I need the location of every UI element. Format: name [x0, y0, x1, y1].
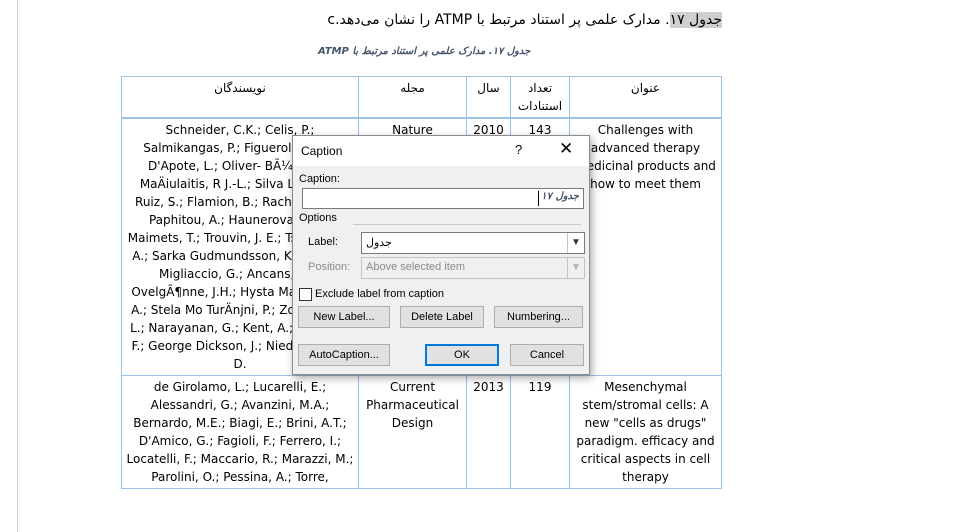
numbering-button[interactable]: Numbering... [494, 306, 583, 328]
options-group-label: Options [299, 212, 337, 224]
cell-title: Mesenchymal stem/stromal cells: A new "c… [569, 375, 722, 489]
chevron-down-icon[interactable]: ▼ [567, 233, 584, 253]
table-caption: جدول ۱۷. مدارک علمی پر استناد مرتبط با A… [318, 46, 531, 57]
exclude-label-checkbox[interactable] [299, 288, 312, 301]
dialog-titlebar[interactable]: Caption ? ✕ [293, 136, 589, 166]
header-citations: تعداد استنادات [510, 76, 570, 119]
header-authors: نویسندگان [121, 76, 359, 119]
position-select-value: Above selected item [366, 261, 466, 273]
options-separator [353, 224, 581, 225]
ok-button[interactable]: OK [425, 344, 499, 366]
heading-highlighted-prefix: جدول ۱۷ [669, 12, 722, 28]
chevron-down-icon[interactable]: ▼ [567, 258, 584, 278]
table-header-row: نویسندگان مجله سال تعداد استنادات عنوان [121, 76, 722, 119]
caption-input-value: جدول ۱۷ [541, 191, 579, 202]
caption-input[interactable]: جدول ۱۷ [302, 188, 584, 209]
label-select-value: جدول [366, 237, 392, 249]
page-margin-line [17, 0, 18, 532]
position-select[interactable]: Above selected item ▼ [361, 257, 585, 279]
caption-field-label: Caption: [299, 173, 340, 185]
caption-dialog: Caption ? ✕ Caption: جدول ۱۷ Options Lab… [292, 135, 590, 375]
cancel-button[interactable]: Cancel [510, 344, 584, 366]
cell-authors: de Girolamo, L.; Lucarelli, E.; Alessand… [121, 375, 359, 489]
table-row: de Girolamo, L.; Lucarelli, E.; Alessand… [121, 375, 722, 489]
cell-citations: 119 [510, 375, 570, 489]
header-title: عنوان [569, 76, 722, 119]
header-year: سال [466, 76, 511, 119]
dialog-title: Caption [301, 144, 343, 158]
autocaption-button[interactable]: AutoCaption... [298, 344, 390, 366]
position-field-label: Position: [308, 261, 351, 273]
cell-year: 2013 [466, 375, 511, 489]
delete-label-button[interactable]: Delete Label [400, 306, 484, 328]
cell-title: Challenges with advanced therapy medicin… [569, 117, 722, 376]
new-label-button[interactable]: New Label... [298, 306, 390, 328]
cell-journal: Current Pharmaceutical Design [358, 375, 467, 489]
document-heading: جدول ۱۷. مدارک علمی پر استناد مرتبط با A… [327, 12, 722, 28]
close-icon[interactable]: ✕ [559, 139, 573, 159]
heading-text: . مدارک علمی پر استناد مرتبط با ATMP را … [327, 12, 670, 28]
label-field-label: Label: [308, 236, 338, 248]
text-caret [538, 191, 539, 206]
label-select[interactable]: جدول ▼ [361, 232, 585, 254]
header-journal: مجله [358, 76, 467, 119]
exclude-label-text[interactable]: Exclude label from caption [315, 288, 444, 300]
help-icon[interactable]: ? [515, 142, 522, 157]
